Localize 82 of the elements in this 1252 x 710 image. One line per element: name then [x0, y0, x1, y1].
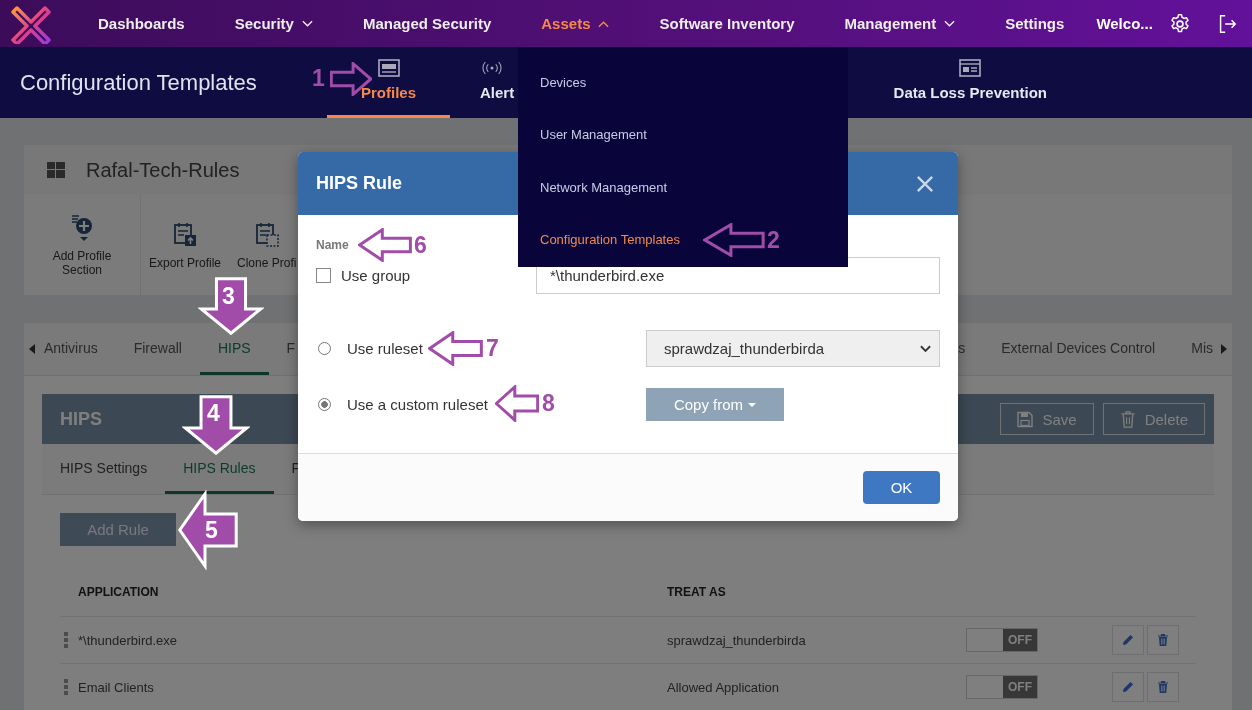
save-icon — [1017, 410, 1034, 428]
menu-item[interactable]: Network Management — [518, 161, 672, 214]
dialog-title: HIPS Rule — [316, 173, 403, 194]
caret-icon — [748, 402, 757, 407]
drag-handle-icon[interactable] — [64, 679, 68, 695]
panel-tab[interactable]: HIPS Settings — [42, 444, 166, 494]
add-icon — [69, 213, 95, 243]
table-cell-text: *\thunderbird.exe — [78, 632, 178, 648]
pencil-icon — [1121, 680, 1135, 694]
callout-arrow — [428, 331, 483, 366]
edit-button[interactable] — [1112, 672, 1144, 702]
section-tab[interactable]: Antivirus — [35, 323, 116, 375]
radio-button[interactable] — [318, 342, 331, 355]
table-cell-text: Allowed Application — [667, 679, 781, 695]
nav-item[interactable]: Managed Security — [362, 15, 492, 32]
chevron-icon — [598, 19, 610, 28]
radio-label: Use ruleset — [347, 340, 423, 357]
callout-number: 3 — [222, 282, 235, 310]
pencil-icon — [1121, 633, 1135, 647]
windows-icon — [46, 160, 66, 180]
chevron-icon — [944, 19, 956, 28]
profile-name: Rafal-Tech-Rules — [86, 158, 240, 182]
section-tab[interactable]: Firewall — [115, 323, 200, 375]
callout-number: 2 — [767, 226, 780, 254]
table-cell-text: Email Clients — [78, 679, 155, 695]
settings-icon[interactable] — [1168, 12, 1191, 35]
callout-number: 5 — [205, 516, 218, 544]
logo-icon[interactable] — [9, 3, 53, 44]
nav-item[interactable]: Security — [234, 15, 313, 32]
trash-icon — [1156, 633, 1170, 647]
delete-button[interactable] — [1147, 625, 1179, 655]
callout-arrow — [495, 385, 539, 422]
toggle-switch[interactable]: OFF — [966, 675, 1038, 699]
radio-label: Use a custom ruleset — [347, 396, 488, 413]
callout-arrow — [358, 228, 412, 262]
clone-icon — [253, 220, 280, 250]
trash-icon — [1156, 680, 1170, 694]
chevron-icon — [920, 344, 931, 353]
toggle-switch[interactable]: OFF — [966, 628, 1038, 652]
edit-button[interactable] — [1112, 625, 1144, 655]
column-header: TREAT AS — [667, 585, 726, 599]
menu-item[interactable]: User Management — [518, 108, 651, 161]
table-cell-text: sprawdzaj_thunderbirda — [667, 632, 807, 648]
user-name[interactable]: Welco... — [1096, 15, 1153, 32]
copy-from-button[interactable]: Copy from — [646, 388, 784, 421]
field-label: Name — [316, 238, 349, 252]
panel-action-button[interactable]: Save — [1000, 403, 1094, 435]
delete-button[interactable] — [1147, 672, 1179, 702]
radio-button[interactable] — [318, 398, 331, 411]
page-title: Configuration Templates — [20, 69, 258, 96]
window-icon — [376, 58, 401, 78]
nav-item[interactable]: Dashboards — [98, 15, 185, 32]
chevron-icon — [301, 19, 313, 28]
callout-arrow — [703, 223, 765, 257]
nav-item[interactable]: Assets — [541, 15, 610, 32]
section-tab[interactable]: External Devices Control — [983, 323, 1174, 375]
callout-number: 4 — [207, 399, 220, 427]
menu-item[interactable]: Devices — [518, 56, 591, 109]
window-icon — [958, 58, 983, 78]
page-tab[interactable]: Data Loss Prevention — [883, 47, 1057, 118]
scroll-right-icon[interactable] — [1221, 344, 1227, 354]
section-tab[interactable]: Mis — [1173, 323, 1217, 375]
toolbar-button[interactable]: Add Profile Section — [24, 195, 141, 295]
nav-item[interactable]: Software Inventory — [659, 15, 795, 32]
ruleset-select[interactable]: sprawdzaj_thunderbirda — [646, 330, 940, 367]
close-icon[interactable] — [916, 174, 934, 193]
panel-title: HIPS — [60, 408, 102, 430]
panel-action-button[interactable]: Delete — [1102, 403, 1205, 435]
page-tab[interactable]: Alert — [450, 47, 515, 118]
ok-button[interactable]: OK — [863, 471, 940, 504]
nav-item[interactable]: Management — [844, 15, 956, 32]
checkbox[interactable] — [316, 268, 331, 283]
nav-item[interactable]: Settings — [1005, 15, 1065, 32]
scroll-left-icon[interactable] — [29, 344, 35, 354]
trash-icon — [1119, 410, 1136, 428]
callout-number: 7 — [486, 334, 499, 362]
callout-number: 6 — [414, 231, 427, 259]
callout-number: 1 — [312, 64, 325, 92]
drag-handle-icon[interactable] — [64, 632, 68, 648]
checkbox-label: Use group — [341, 267, 411, 284]
callout-number: 8 — [542, 389, 555, 417]
column-header: APPLICATION — [78, 585, 160, 599]
